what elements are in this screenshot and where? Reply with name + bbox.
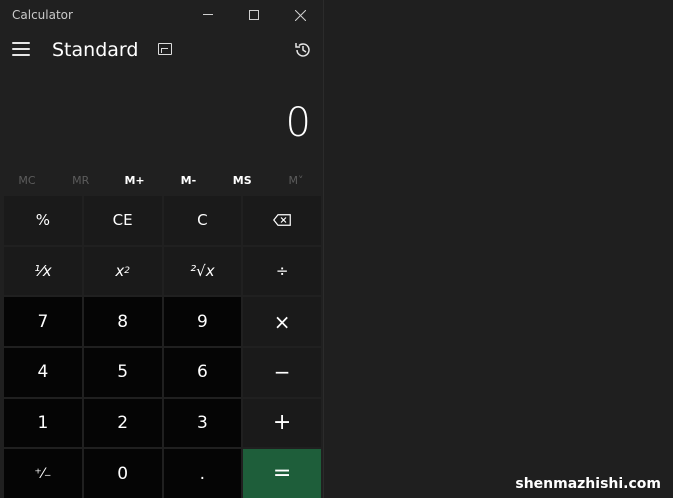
- add-button[interactable]: +: [243, 398, 321, 448]
- digit-1-button[interactable]: 1: [4, 398, 82, 448]
- clear-button[interactable]: C: [163, 196, 242, 245]
- memory-list-button[interactable]: M˅: [269, 170, 323, 192]
- memory-clear-button[interactable]: MC: [0, 170, 54, 192]
- square-root-button[interactable]: ²√x: [163, 246, 242, 296]
- close-icon: [294, 9, 306, 21]
- memory-recall-button[interactable]: MR: [54, 170, 108, 192]
- digit-3-button[interactable]: 3: [163, 398, 242, 448]
- minimize-button[interactable]: [185, 0, 231, 30]
- backspace-button[interactable]: [243, 196, 321, 245]
- watermark: shenmazhishi.com: [515, 476, 661, 492]
- multiply-button[interactable]: ×: [243, 297, 321, 346]
- maximize-button[interactable]: [231, 0, 277, 30]
- square-base: x: [115, 261, 125, 280]
- digit-4-button[interactable]: 4: [4, 348, 82, 397]
- clear-entry-button[interactable]: CE: [83, 196, 162, 245]
- divide-button[interactable]: ÷: [243, 246, 321, 296]
- title-bar: Calculator: [0, 0, 323, 30]
- memory-row: MC MR M+ M- MS M˅: [0, 170, 323, 192]
- memory-subtract-button[interactable]: M-: [161, 170, 215, 192]
- keep-on-top-icon[interactable]: [158, 43, 172, 55]
- maximize-icon: [249, 10, 259, 20]
- digit-2-button[interactable]: 2: [83, 398, 162, 448]
- memory-store-button[interactable]: MS: [215, 170, 269, 192]
- square-exponent: 2: [124, 265, 130, 276]
- menu-icon[interactable]: [12, 42, 30, 56]
- calculator-header: Standard: [0, 30, 323, 76]
- minimize-icon: [203, 14, 213, 15]
- digit-0-button[interactable]: 0: [83, 449, 162, 498]
- close-button[interactable]: [277, 0, 323, 30]
- calculator-window: Calculator Standard 0 MC MR M+ M- MS M˅ …: [0, 0, 324, 498]
- digit-8-button[interactable]: 8: [83, 297, 162, 346]
- result-display: 0: [285, 100, 311, 146]
- decimal-button[interactable]: .: [163, 449, 242, 498]
- negate-button[interactable]: ⁺⁄₋: [4, 449, 82, 498]
- keypad: % CE C ¹⁄x x2 ²√x ÷ 7 8 9 × 4 5 6 − 1 2 …: [4, 196, 321, 498]
- subtract-button[interactable]: −: [243, 348, 321, 397]
- backspace-icon: [273, 214, 291, 227]
- digit-6-button[interactable]: 6: [163, 348, 242, 397]
- reciprocal-button[interactable]: ¹⁄x: [4, 246, 82, 296]
- window-title: Calculator: [12, 8, 73, 22]
- memory-add-button[interactable]: M+: [108, 170, 162, 192]
- digit-9-button[interactable]: 9: [163, 297, 242, 346]
- square-button[interactable]: x2: [83, 246, 162, 296]
- digit-7-button[interactable]: 7: [4, 297, 82, 346]
- digit-5-button[interactable]: 5: [83, 348, 162, 397]
- history-icon[interactable]: [294, 41, 312, 59]
- percent-button[interactable]: %: [4, 196, 82, 245]
- equals-button[interactable]: =: [243, 449, 321, 498]
- mode-title: Standard: [52, 39, 139, 61]
